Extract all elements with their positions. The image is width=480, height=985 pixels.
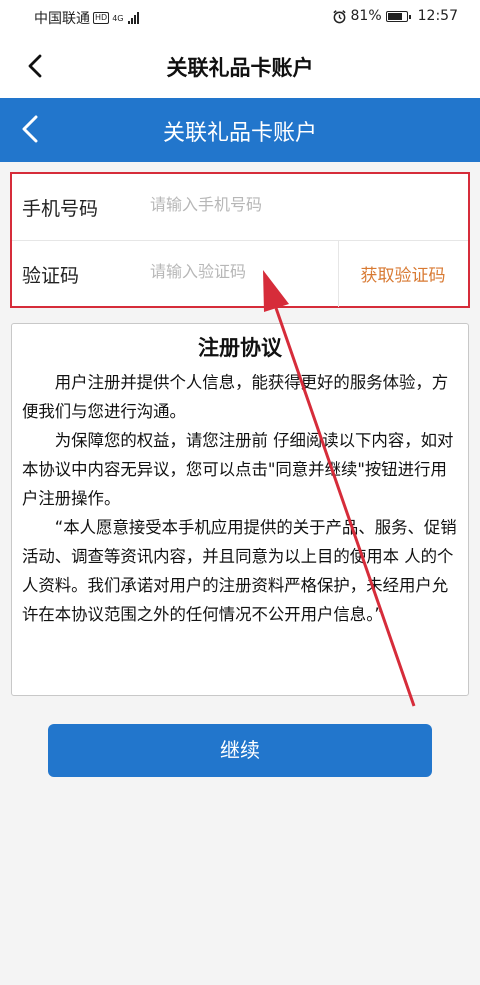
app-bar-title: 关联礼品卡账户 (166, 56, 314, 80)
agreement-box: 注册协议 用户注册并提供个人信息，能获得更好的服务体验，方便我们与您进行沟通。 … (11, 323, 469, 696)
signal-icon (128, 12, 140, 24)
continue-button[interactable]: 继续 (48, 724, 432, 777)
battery-icon (385, 10, 411, 22)
page-header-title: 关联礼品卡账户 (162, 121, 317, 146)
verification-code-input[interactable] (148, 261, 332, 282)
clock-time: 12:57 (417, 8, 458, 24)
carrier-name: 中国联通 (34, 11, 90, 27)
agreement-paragraph: 为保障您的权益，请您注册前 仔细阅读以下内容，如对本协议中内容无异议，您可以点击… (22, 431, 454, 508)
alarm-clock-icon (332, 9, 346, 23)
account-link-form: 手机号码 验证码 获取验证码 (10, 172, 470, 308)
code-row: 验证码 获取验证码 (12, 241, 468, 307)
code-label: 验证码 (22, 265, 80, 287)
agreement-paragraph: 用户注册并提供个人信息，能获得更好的服务体验，方便我们与您进行沟通。 (22, 373, 449, 421)
phone-label: 手机号码 (22, 198, 99, 220)
agreement-paragraph: “本人愿意接受本手机应用提供的关于产品、服务、促销活动、调查等资讯内容，并且同意… (22, 518, 457, 624)
page-header: 关联礼品卡账户 (0, 98, 480, 162)
agreement-title: 注册协议 (198, 336, 282, 360)
battery-fill (387, 12, 402, 20)
battery-percent: 81% (350, 8, 382, 24)
phone-row: 手机号码 (12, 174, 468, 241)
network-type: 4G (112, 13, 124, 23)
status-bar-left: 中国联通 HD 4G (34, 8, 140, 28)
status-bar-right: 81% 12:57 (332, 8, 458, 24)
hd-badge: HD (93, 12, 110, 24)
get-code-button[interactable]: 获取验证码 (338, 261, 468, 286)
agreement-body: 用户注册并提供个人信息，能获得更好的服务体验，方便我们与您进行沟通。 为保障您的… (22, 368, 460, 629)
phone-input[interactable] (148, 194, 332, 215)
app-bar: 关联礼品卡账户 (0, 34, 480, 98)
status-bar: 中国联通 HD 4G 81% 12:57 (0, 0, 480, 34)
